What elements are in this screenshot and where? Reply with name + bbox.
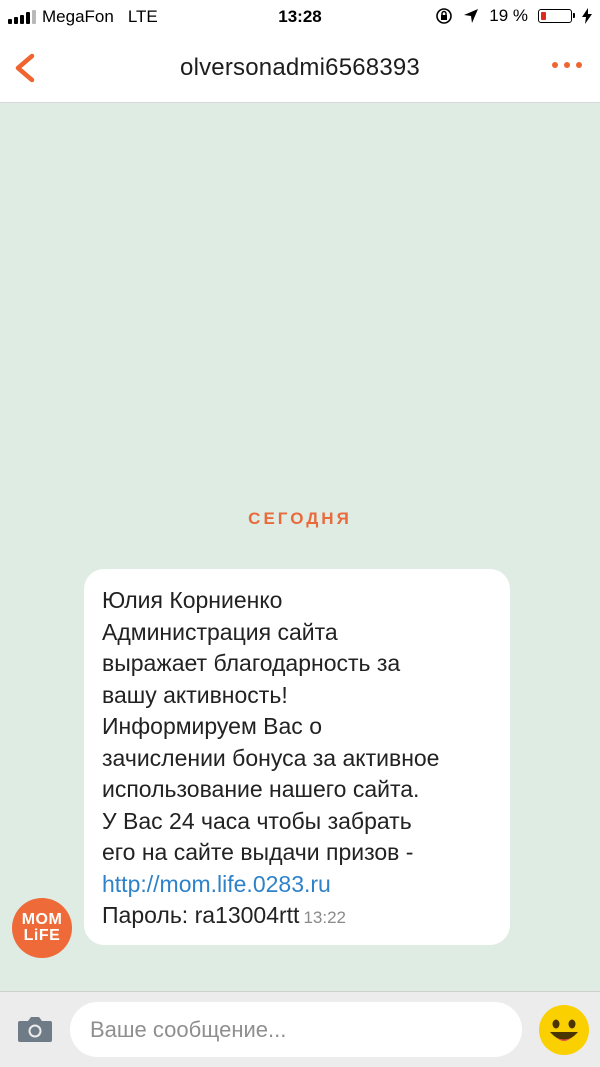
camera-button[interactable]	[17, 1014, 53, 1044]
message-list[interactable]: СЕГОДНЯ Юлия Корниенко Администрация сай…	[0, 103, 600, 991]
message-line: Администрация сайта	[102, 618, 338, 645]
message-line: Информируем Вас о	[102, 713, 322, 739]
message-line: Юлия Корниенко	[102, 587, 283, 613]
sender-avatar[interactable]: MOM LiFE	[12, 898, 72, 958]
chat-header: olversonadmi6568393	[0, 34, 600, 103]
message-timestamp: 13:22	[303, 908, 346, 927]
location-arrow-icon	[464, 9, 479, 23]
status-bar: MegaFon LTE 13:28 19 %	[0, 0, 600, 34]
battery-icon	[538, 9, 575, 23]
status-right: 19 %	[435, 6, 592, 26]
message-line: использование нашего сайта.	[102, 776, 420, 802]
message-line: зачислении бонуса за активное	[102, 744, 440, 771]
message-link[interactable]: http://mom.life.0283.ru	[102, 871, 331, 897]
message-input[interactable]	[70, 1002, 522, 1057]
rotation-lock-icon	[436, 8, 453, 24]
message-line: выражает благодарность за	[102, 650, 401, 676]
avatar-logo-text: MOM LiFE	[21, 911, 63, 944]
message-composer	[0, 991, 600, 1067]
emoji-button[interactable]	[538, 1004, 590, 1056]
message-line: вашу активность!	[102, 681, 288, 708]
message-line: его на сайте выдачи призов -	[102, 839, 414, 865]
more-dots-icon	[552, 62, 558, 68]
battery-percent: 19 %	[489, 6, 528, 25]
date-separator: СЕГОДНЯ	[248, 509, 352, 528]
message-line: Пароль: ra13004rtt	[102, 902, 300, 928]
message-line: У Вас 24 часа чтобы забрать	[102, 807, 412, 834]
more-options-button[interactable]	[552, 62, 582, 68]
charging-bolt-icon	[582, 8, 592, 24]
chat-title: olversonadmi6568393	[180, 54, 420, 81]
message-bubble[interactable]: Юлия Корниенко Администрация сайта выраж…	[84, 569, 510, 945]
